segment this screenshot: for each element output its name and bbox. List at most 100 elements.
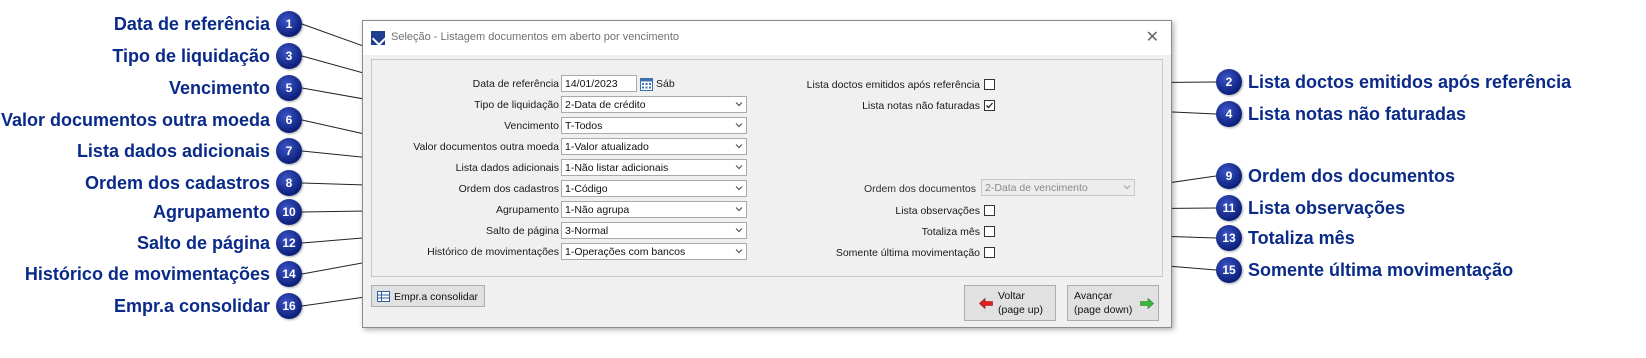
callout-badge-12: 12 — [276, 230, 302, 256]
ordem-documentos-label: Ordem dos documentos — [863, 183, 976, 195]
callout-label-lista-dados-adicionais: Lista dados adicionais — [76, 141, 270, 161]
chevron-down-icon — [735, 207, 743, 212]
table-icon — [377, 291, 390, 302]
tipo-liquidacao-label: Tipo de liquidação — [474, 99, 559, 111]
callout-label-totaliza-mes: Totaliza mês — [1248, 228, 1355, 248]
callout-badge-8: 8 — [276, 170, 302, 196]
chevron-down-icon — [735, 249, 743, 254]
data-referencia-input[interactable]: 14/01/2023 — [561, 75, 637, 92]
tipo-liquidacao-value: 2-Data de crédito — [565, 99, 646, 111]
lista-dados-adicionais-value: 1-Não listar adicionais — [565, 162, 669, 174]
vencimento-label: Vencimento — [504, 120, 559, 132]
callout-label-vencimento: Vencimento — [168, 78, 270, 98]
salto-pagina-label: Salto de página — [486, 225, 559, 237]
agrupamento-label: Agrupamento — [495, 204, 559, 216]
empr-consolidar-button[interactable]: Empr.a consolidar — [371, 285, 485, 307]
arrow-right-icon — [1140, 298, 1154, 309]
salto-pagina-value: 3-Normal — [565, 225, 609, 237]
callout-badge-14: 14 — [276, 261, 302, 287]
dialog-title: Seleção - Listagem documentos em aberto … — [391, 31, 679, 43]
callout-badge-6: 6 — [276, 107, 302, 133]
lista-doctos-emitidos-label: Lista doctos emitidos após referência — [806, 79, 980, 91]
callout-badge-4: 4 — [1216, 101, 1242, 127]
weekday-text: Sáb — [656, 78, 675, 90]
callout-label-agrupamento: Agrupamento — [153, 202, 270, 222]
avancar-button[interactable]: Avançar (page down) — [1067, 285, 1159, 321]
data-referencia-label: Data de referência — [472, 78, 559, 90]
avancar-label: Avançar — [1074, 290, 1113, 302]
ordem-cadastros-value: 1-Código — [565, 183, 608, 195]
chevron-down-icon — [735, 102, 743, 107]
lista-dados-adicionais-select[interactable]: 1-Não listar adicionais — [561, 159, 747, 176]
callout-label-empr-consolidar: Empr.a consolidar — [113, 296, 270, 316]
voltar-label: Voltar — [998, 290, 1025, 302]
callout-badge-9: 9 — [1216, 163, 1242, 189]
callout-badge-1: 1 — [276, 11, 302, 37]
chevron-down-icon — [735, 144, 743, 149]
close-icon[interactable]: ✕ — [1146, 27, 1159, 46]
callout-badge-2: 2 — [1216, 69, 1242, 95]
historico-value: 1-Operações com bancos — [565, 246, 686, 258]
valor-outra-moeda-label: Valor documentos outra moeda — [413, 141, 559, 153]
chevron-down-icon — [735, 186, 743, 191]
lista-notas-label: Lista notas não faturadas — [862, 100, 980, 112]
callout-badge-16: 16 — [276, 293, 302, 319]
callout-badge-5: 5 — [276, 75, 302, 101]
checkmark-icon — [986, 102, 993, 109]
dialog-title-bar: Seleção - Listagem documentos em aberto … — [363, 21, 1171, 55]
tipo-liquidacao-select[interactable]: 2-Data de crédito — [561, 96, 747, 113]
totaliza-mes-label: Totaliza mês — [921, 226, 980, 238]
app-icon — [371, 31, 385, 45]
callout-label-ordem-documentos: Ordem dos documentos — [1248, 166, 1456, 186]
chevron-down-icon — [735, 123, 743, 128]
callout-badge-11: 11 — [1216, 195, 1242, 221]
chevron-down-icon — [735, 228, 743, 233]
callout-badge-10: 10 — [276, 199, 302, 225]
lista-notas-checkbox[interactable] — [984, 100, 995, 111]
agrupamento-value: 1-Não agrupa — [565, 204, 630, 216]
ordem-documentos-value: 2-Data de vencimento — [985, 182, 1088, 194]
callout-label-historico: Histórico de movimentações — [24, 264, 270, 284]
callout-label-lista-observacoes: Lista observações — [1248, 198, 1406, 218]
callout-label-data-referencia: Data de referência — [113, 14, 270, 34]
ordem-cadastros-select[interactable]: 1-Código — [561, 180, 747, 197]
ordem-documentos-select: 2-Data de vencimento — [981, 179, 1135, 196]
somente-ultima-checkbox[interactable] — [984, 247, 995, 258]
voltar-shortcut: (page up) — [998, 304, 1043, 316]
avancar-shortcut: (page down) — [1074, 304, 1133, 316]
selection-dialog: Seleção - Listagem documentos em aberto … — [362, 20, 1172, 328]
ordem-cadastros-label: Ordem dos cadastros — [458, 183, 559, 195]
callout-label-lista-notas: Lista notas não faturadas — [1248, 104, 1467, 124]
callout-badge-7: 7 — [276, 138, 302, 164]
callout-badge-13: 13 — [1216, 225, 1242, 251]
callout-label-salto-pagina: Salto de página — [136, 233, 270, 253]
voltar-button[interactable]: Voltar (page up) — [964, 285, 1056, 321]
agrupamento-select[interactable]: 1-Não agrupa — [561, 201, 747, 218]
historico-select[interactable]: 1-Operações com bancos — [561, 243, 747, 260]
callout-label-lista-doctos-emitidos: Lista doctos emitidos após referência — [1248, 72, 1572, 92]
arrow-left-icon — [979, 298, 993, 309]
vencimento-value: T-Todos — [565, 120, 603, 132]
data-referencia-value: 14/01/2023 — [565, 78, 618, 90]
empr-consolidar-label: Empr.a consolidar — [394, 291, 479, 303]
lista-dados-adicionais-label: Lista dados adicionais — [455, 162, 559, 174]
valor-outra-moeda-value: 1-Valor atualizado — [565, 141, 649, 153]
vencimento-select[interactable]: T-Todos — [561, 117, 747, 134]
lista-observacoes-checkbox[interactable] — [984, 205, 995, 216]
callout-label-tipo-liquidacao: Tipo de liquidação — [112, 46, 270, 66]
somente-ultima-label: Somente última movimentação — [835, 247, 980, 259]
totaliza-mes-checkbox[interactable] — [984, 226, 995, 237]
valor-outra-moeda-select[interactable]: 1-Valor atualizado — [561, 138, 747, 155]
lista-doctos-emitidos-checkbox[interactable] — [984, 79, 995, 90]
lista-observacoes-label: Lista observações — [895, 205, 980, 217]
salto-pagina-select[interactable]: 3-Normal — [561, 222, 747, 239]
callout-label-somente-ultima: Somente última movimentação — [1248, 260, 1514, 280]
callout-badge-3: 3 — [276, 43, 302, 69]
calendar-icon[interactable] — [640, 76, 653, 91]
chevron-down-icon — [735, 165, 743, 170]
historico-label: Histórico de movimentações — [427, 246, 559, 258]
callout-label-ordem-cadastros: Ordem dos cadastros — [84, 173, 270, 193]
chevron-down-icon — [1123, 185, 1131, 190]
callout-badge-15: 15 — [1216, 257, 1242, 283]
callout-label-valor-outra-moeda: Valor documentos outra moeda — [0, 110, 270, 130]
